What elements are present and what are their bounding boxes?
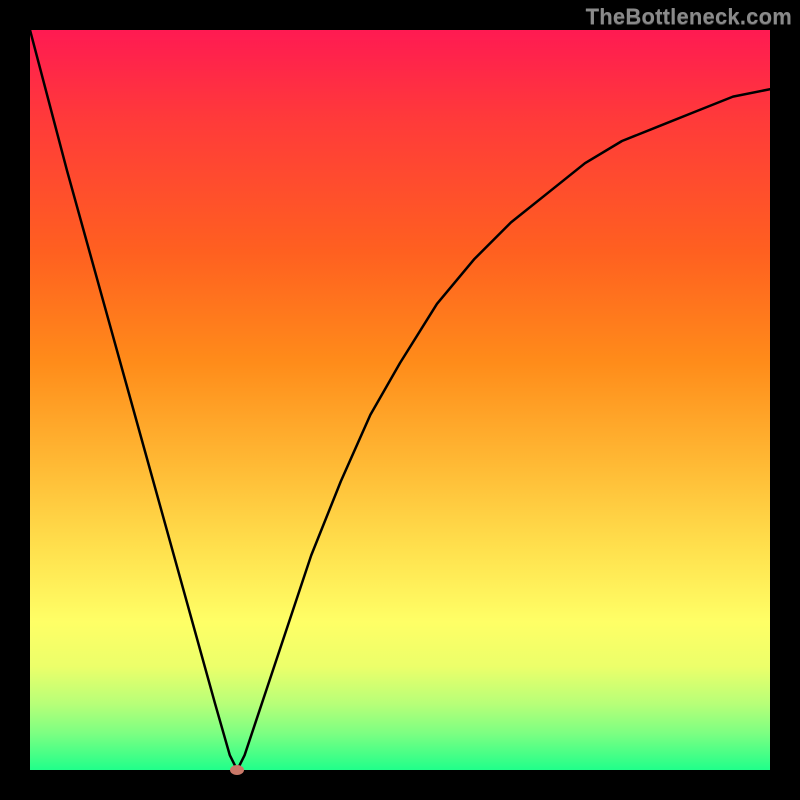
optimal-point-marker bbox=[230, 765, 244, 775]
chart-frame: TheBottleneck.com bbox=[0, 0, 800, 800]
watermark-text: TheBottleneck.com bbox=[586, 4, 792, 30]
bottleneck-curve bbox=[30, 30, 770, 770]
plot-area bbox=[30, 30, 770, 770]
